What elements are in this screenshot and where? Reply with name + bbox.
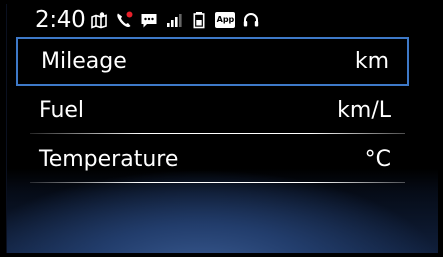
menu-item-label: Temperature xyxy=(39,146,179,172)
message-icon xyxy=(140,11,158,29)
menu-item-unit: °C xyxy=(364,146,391,172)
menu-item-unit: km/L xyxy=(337,97,391,123)
navigation-map-icon xyxy=(90,11,108,29)
menu-item-label: Mileage xyxy=(41,48,127,74)
menu-item-unit: km xyxy=(354,48,389,74)
display-screen: 2:40 App Mileage km Fuel km/L Temperatur… xyxy=(6,4,438,253)
missed-call-icon xyxy=(115,11,133,29)
status-bar: 2:40 App xyxy=(7,4,438,36)
headset-icon xyxy=(242,11,260,29)
signal-strength-icon xyxy=(165,11,183,29)
app-icon: App xyxy=(215,12,236,28)
menu-item-fuel[interactable]: Fuel km/L xyxy=(16,86,409,135)
status-icons: App xyxy=(90,11,260,29)
settings-menu: Mileage km Fuel km/L Temperature °C xyxy=(16,37,409,184)
clock: 2:40 xyxy=(35,7,86,33)
menu-item-temperature[interactable]: Temperature °C xyxy=(16,135,409,184)
menu-item-mileage[interactable]: Mileage km xyxy=(16,37,409,86)
menu-item-label: Fuel xyxy=(39,97,85,123)
battery-icon xyxy=(190,11,208,29)
